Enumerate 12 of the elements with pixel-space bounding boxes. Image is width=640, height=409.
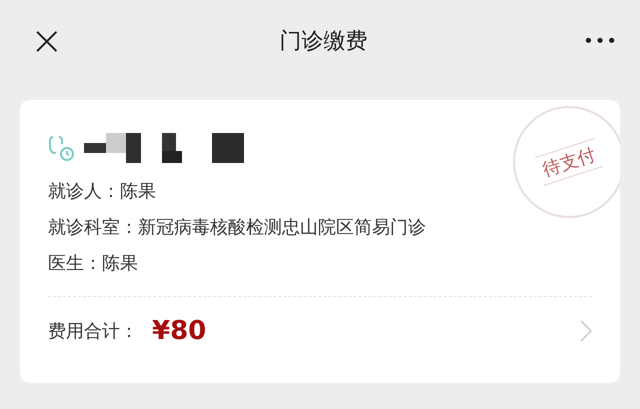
info-line: 就诊人：陈果 [48,180,157,204]
total-label: 费用合计： [48,320,138,343]
info-line: 就诊科室：新冠病毒核酸检测忠山院区简易门诊 [48,216,427,240]
chevron-right-icon [580,320,592,342]
close-button[interactable]: × [30,21,64,61]
total-amount: ¥80 [152,316,206,346]
info-line: 医生：陈果 [48,252,139,276]
more-button[interactable]: ••• [583,30,618,52]
page-title: 门诊缴费 [279,28,368,56]
status-stamp: 待支付 [513,106,620,218]
stethoscope-clock-icon [48,134,76,162]
bill-card[interactable]: 待支付 就诊人：陈果 就诊科室：新冠病毒核酸检测忠山院区简易门诊 医生：陈果 费用合计： ¥80 [20,100,620,383]
